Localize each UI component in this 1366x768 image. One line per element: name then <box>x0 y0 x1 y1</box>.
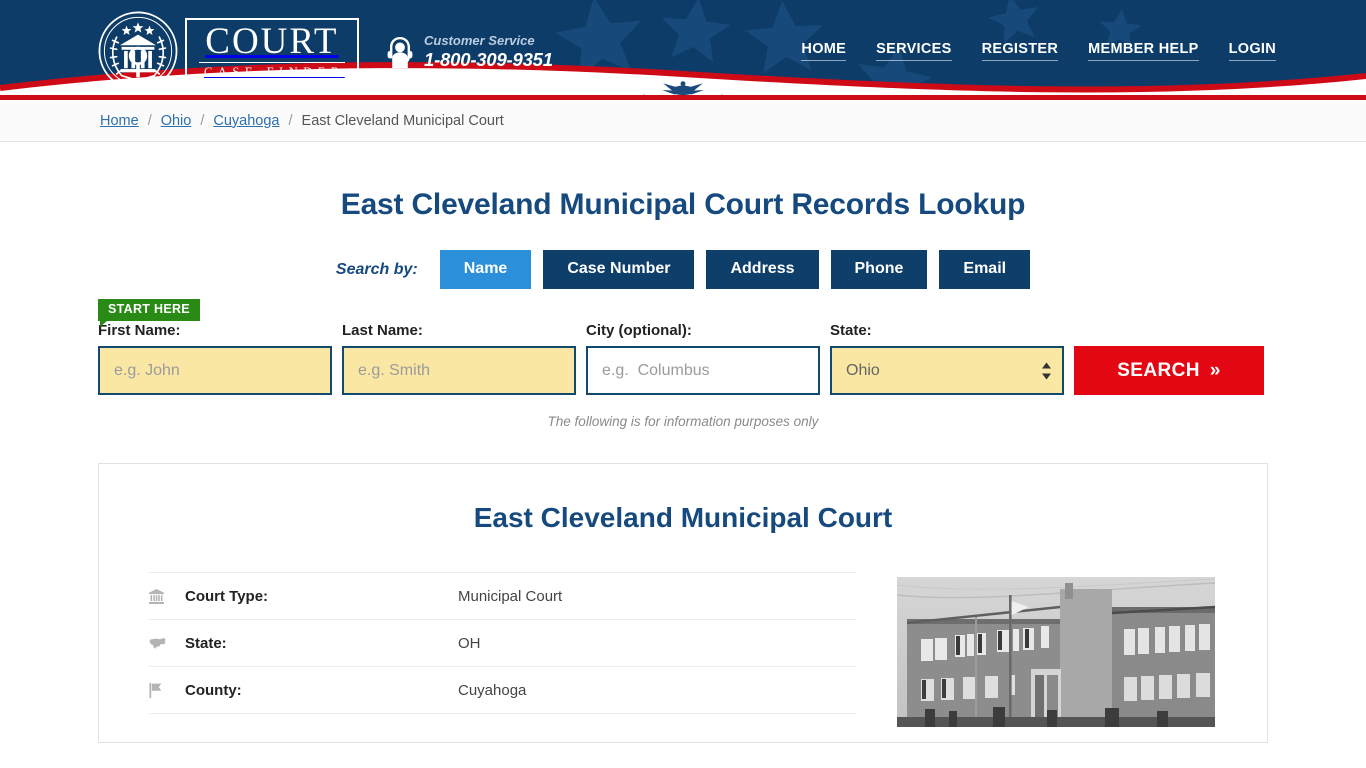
double-chevron-right-icon: » <box>1209 359 1221 381</box>
court-card-body: Court Type: Municipal Court State: OH Co… <box>149 572 1217 727</box>
court-info-card: East Cleveland Municipal Court Court Typ… <box>98 463 1268 743</box>
nav-item-member-help[interactable]: MEMBER HELP <box>1088 41 1199 61</box>
search-by-tabs: Search by: Name Case Number Address Phon… <box>0 250 1366 289</box>
tab-address[interactable]: Address <box>706 250 819 289</box>
state-label: State: <box>830 322 872 339</box>
detail-key-court-type: Court Type: <box>185 587 269 605</box>
state-select[interactable] <box>830 346 1064 395</box>
city-input[interactable] <box>586 346 820 395</box>
header-red-stripe <box>0 95 1366 100</box>
breadcrumb-separator: / <box>288 112 293 129</box>
start-here-badge: START HERE <box>98 299 200 326</box>
detail-value-court-type: Municipal Court <box>458 587 563 605</box>
logo-divider <box>199 61 345 63</box>
first-name-input[interactable] <box>98 346 332 395</box>
last-name-label: Last Name: <box>342 322 423 339</box>
table-row: County: Cuyahoga <box>149 667 857 714</box>
city-field-group: City (optional): <box>586 322 820 395</box>
table-row: Court Type: Municipal Court <box>149 573 857 620</box>
site-logo[interactable]: COURT CASE FINDER <box>97 10 359 92</box>
court-name-title: East Cleveland Municipal Court <box>473 502 893 533</box>
tab-email[interactable]: Email <box>939 250 1031 289</box>
logo-wordmark: COURT CASE FINDER <box>185 17 359 85</box>
court-seal-icon <box>98 11 178 91</box>
breadcrumb-item-current: East Cleveland Municipal Court <box>301 112 504 129</box>
tab-phone[interactable]: Phone <box>830 250 928 289</box>
court-details-table: Court Type: Municipal Court State: OH Co… <box>149 572 857 727</box>
search-button-label: SEARCH <box>1117 359 1200 381</box>
headset-support-icon <box>387 37 413 69</box>
breadcrumb-separator: / <box>147 112 152 129</box>
disclaimer-text: The following is for information purpose… <box>547 414 819 429</box>
first-name-label: First Name: <box>98 322 181 339</box>
customer-service-label: Customer Service <box>424 33 535 48</box>
us-map-icon <box>149 637 185 650</box>
main-content: East Cleveland Municipal Court Records L… <box>0 188 1366 743</box>
state-field-group: State: <box>830 322 1064 395</box>
bank-institution-icon <box>149 588 185 604</box>
logo-secondary-text: CASE FINDER <box>204 64 345 79</box>
detail-value-state: OH <box>458 634 481 652</box>
main-navigation: HOME SERVICES REGISTER MEMBER HELP LOGIN <box>801 41 1276 61</box>
tab-case-number[interactable]: Case Number <box>543 250 695 289</box>
detail-key-state: State: <box>185 634 227 652</box>
last-name-input[interactable] <box>342 346 576 395</box>
search-form: START HERE First Name: Last Name: City (… <box>98 289 1268 395</box>
city-label: City (optional): <box>586 322 692 339</box>
search-by-label: Search by: <box>335 260 418 278</box>
breadcrumb-item-home[interactable]: Home <box>100 113 139 129</box>
site-header: COURT CASE FINDER Customer Service 1-800… <box>0 0 1366 100</box>
nav-item-services[interactable]: SERVICES <box>876 41 952 61</box>
page-title: East Cleveland Municipal Court Records L… <box>340 188 1026 221</box>
detail-key-county: County: <box>185 681 242 699</box>
nav-item-login[interactable]: LOGIN <box>1228 41 1276 61</box>
detail-value-county: Cuyahoga <box>458 681 527 699</box>
flag-icon <box>149 682 185 698</box>
customer-service-block: Customer Service 1-800-309-9351 <box>385 33 553 71</box>
first-name-field-group: First Name: <box>98 322 332 395</box>
search-button[interactable]: SEARCH » <box>1074 346 1264 395</box>
courthouse-building-photo <box>897 577 1215 727</box>
state-select-wrapper <box>830 346 1064 395</box>
breadcrumb-separator: / <box>200 112 205 129</box>
breadcrumb-item-cuyahoga[interactable]: Cuyahoga <box>213 113 279 129</box>
customer-service-phone[interactable]: 1-800-309-9351 <box>424 49 553 70</box>
last-name-field-group: Last Name: <box>342 322 576 395</box>
breadcrumb-item-ohio[interactable]: Ohio <box>161 113 192 129</box>
table-row: State: OH <box>149 620 857 667</box>
breadcrumb: Home / Ohio / Cuyahoga / East Cleveland … <box>0 100 1366 142</box>
nav-item-home[interactable]: HOME <box>801 41 847 61</box>
logo-primary-text: COURT <box>205 20 339 62</box>
tab-name[interactable]: Name <box>439 250 532 289</box>
search-fields-row: First Name: Last Name: City (optional): … <box>98 289 1268 395</box>
nav-item-register[interactable]: REGISTER <box>981 41 1059 61</box>
